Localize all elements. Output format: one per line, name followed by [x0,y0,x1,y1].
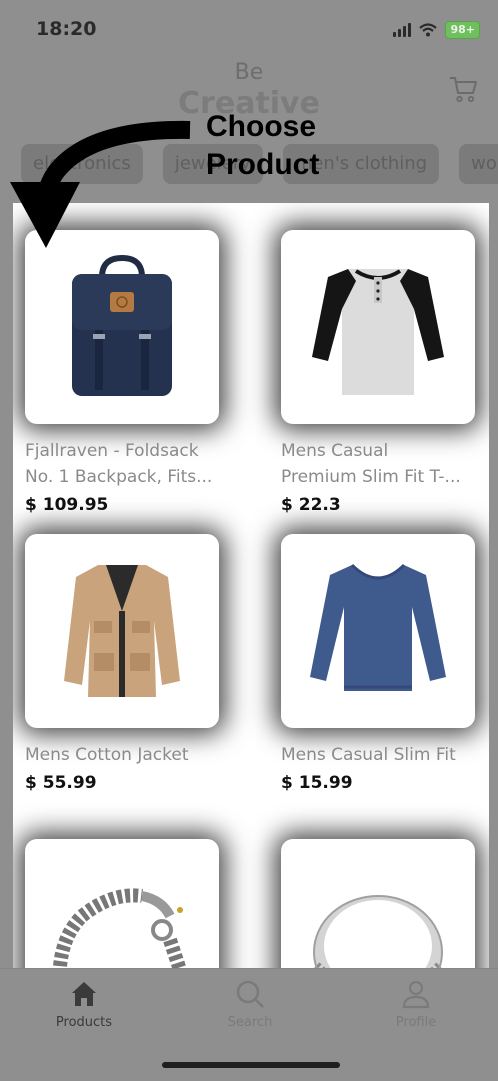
product-title: Mens Casual Slim Fit [281,745,456,765]
product-grid: Fjallraven - Foldsack No. 1 Backpack, Fi… [13,203,489,968]
backpack-image [72,254,172,396]
app-screen: 18:20 98+ Be Creative electronics jewele… [0,0,498,1081]
tooltip-line: Choose [206,110,317,143]
raglan-shirt-image [312,269,444,395]
status-icons: 98+ [393,20,480,40]
product-card[interactable] [25,839,249,968]
chain-bracelet-image [52,888,187,968]
nav-label: Profile [395,1015,437,1030]
product-image-frame [25,839,219,968]
product-image-frame [25,534,219,728]
product-title: Mens Casual Premium Slim Fit T-... [281,441,461,487]
product-price: $ 15.99 [281,773,353,793]
product-title: Fjallraven - Foldsack No. 1 Backpack, Fi… [25,441,213,487]
status-time: 18:20 [36,18,97,40]
product-image-frame [281,839,475,968]
category-chip-womens-clothing[interactable]: women's clothing [459,144,498,184]
nav-label: Products [55,1015,113,1030]
product-image-frame [281,230,475,424]
status-bar: 18:20 98+ [0,0,498,60]
nav-item-search[interactable]: Search [190,979,310,1030]
tutorial-tooltip: Choose Product [206,108,319,184]
home-icon [72,982,96,1006]
product-title: Mens Cotton Jacket [25,745,189,765]
product-card[interactable]: Mens Casual Premium Slim Fit T-... $ 22.… [281,230,489,518]
nav-item-profile[interactable]: Profile [356,979,476,1030]
profile-icon [402,980,430,1009]
product-price: $ 22.3 [281,495,341,515]
signal-icon [393,23,412,37]
product-card[interactable]: Fjallraven - Foldsack No. 1 Backpack, Fi… [25,230,249,518]
product-price: $ 109.95 [25,495,109,515]
wifi-icon [419,23,438,37]
battery-icon: 98+ [445,21,480,39]
search-icon [236,980,264,1008]
cart-icon[interactable] [448,74,478,104]
nav-item-products[interactable]: Products [24,979,144,1030]
product-price: $ 55.99 [25,773,97,793]
silver-ring-image [313,895,443,968]
product-card[interactable]: Mens Cotton Jacket $ 55.99 [25,534,249,796]
product-card[interactable]: Mens Casual Slim Fit $ 15.99 [281,534,489,796]
product-image-frame [25,230,219,424]
home-indicator [162,1062,340,1068]
tooltip-line: Product [206,148,320,181]
long-sleeve-shirt-image [310,563,446,691]
brand-name-small: Be [234,60,264,85]
jacket-image [64,565,180,697]
nav-label: Search [227,1015,273,1030]
curved-arrow-icon [10,120,191,248]
product-card[interactable] [281,839,489,968]
product-image-frame [281,534,475,728]
